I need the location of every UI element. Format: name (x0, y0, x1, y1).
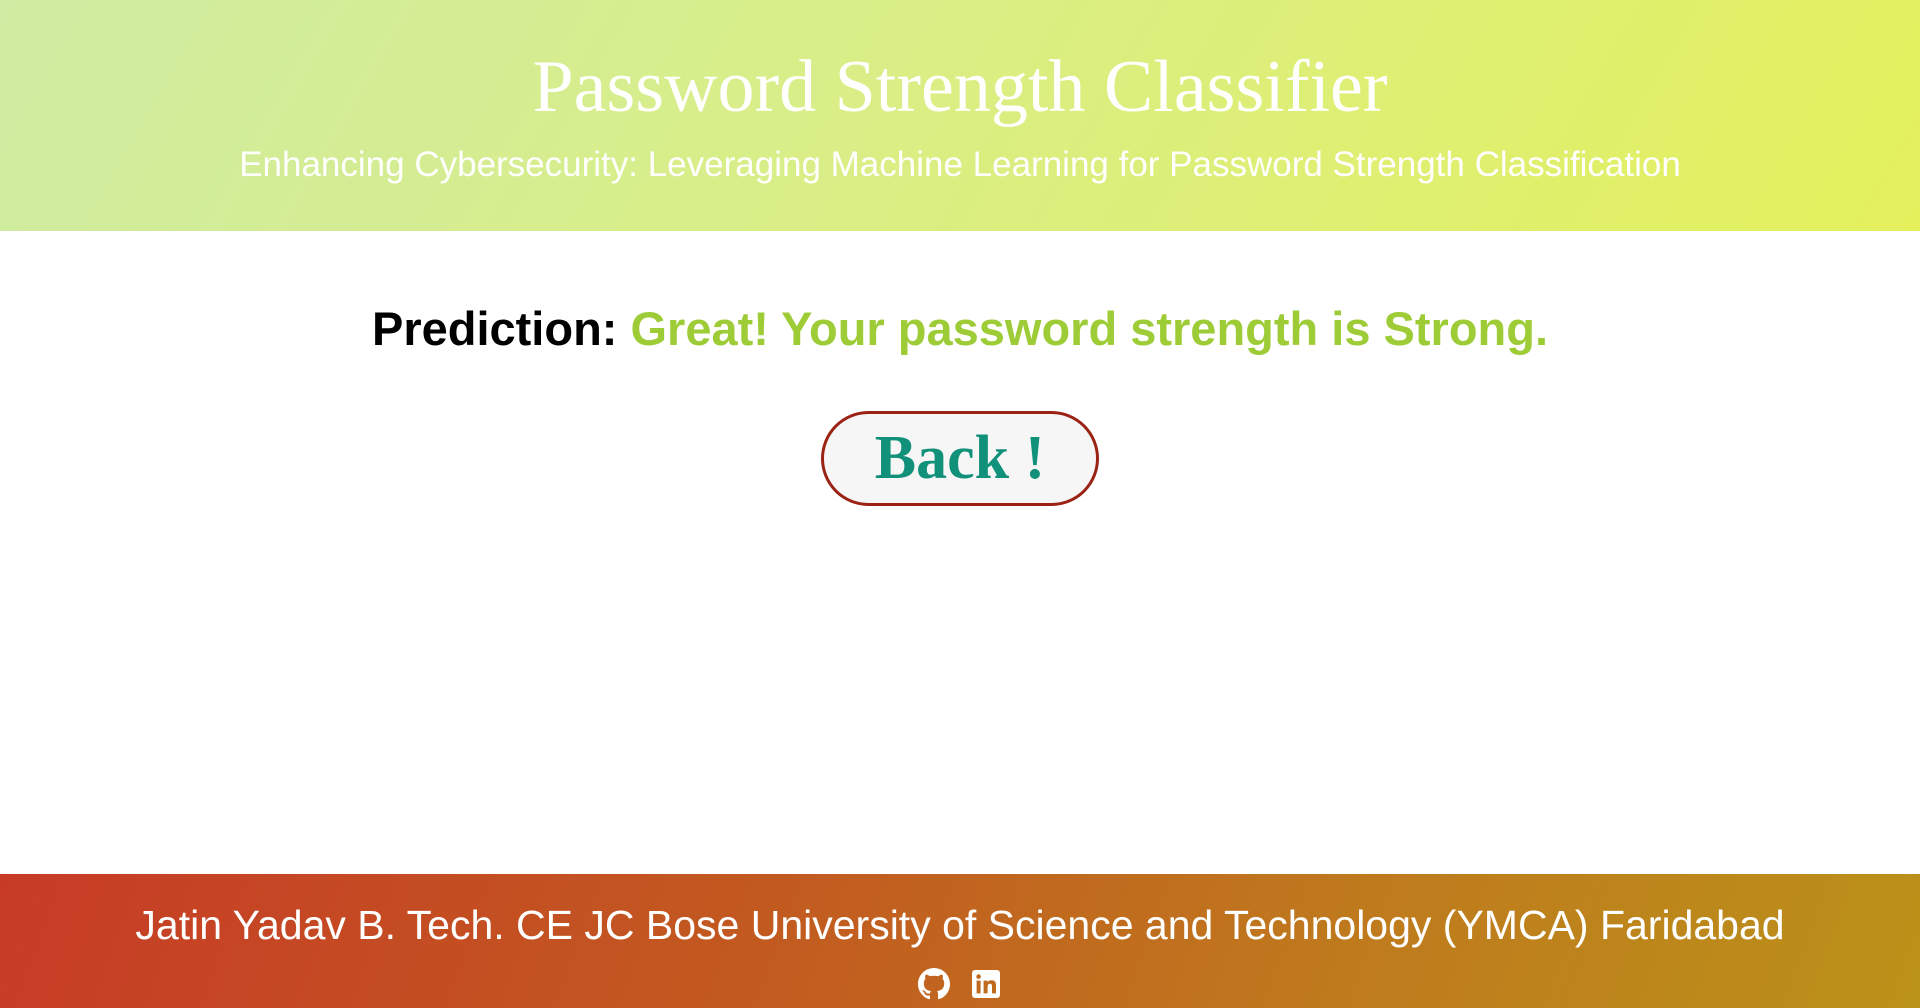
prediction-line: Prediction: Great! Your password strengt… (0, 301, 1920, 357)
main-content: Prediction: Great! Your password strengt… (0, 231, 1920, 874)
footer-credit: Jatin Yadav B. Tech. CE JC Bose Universi… (135, 902, 1785, 948)
footer-social-links (0, 968, 1920, 1000)
prediction-result: Great! Your password strength is Strong. (630, 302, 1549, 355)
linkedin-link[interactable] (970, 968, 1002, 1000)
site-footer: Jatin Yadav B. Tech. CE JC Bose Universi… (0, 874, 1920, 1008)
back-button[interactable]: Back ! (821, 411, 1099, 506)
page: Password Strength Classifier Enhancing C… (0, 0, 1920, 1008)
page-title: Password Strength Classifier (532, 46, 1388, 128)
page-subtitle: Enhancing Cybersecurity: Leveraging Mach… (239, 145, 1681, 184)
site-header: Password Strength Classifier Enhancing C… (0, 0, 1920, 231)
github-link[interactable] (918, 968, 950, 1000)
linkedin-icon (972, 970, 1000, 998)
github-icon (918, 968, 950, 1000)
prediction-label: Prediction: (371, 302, 618, 355)
